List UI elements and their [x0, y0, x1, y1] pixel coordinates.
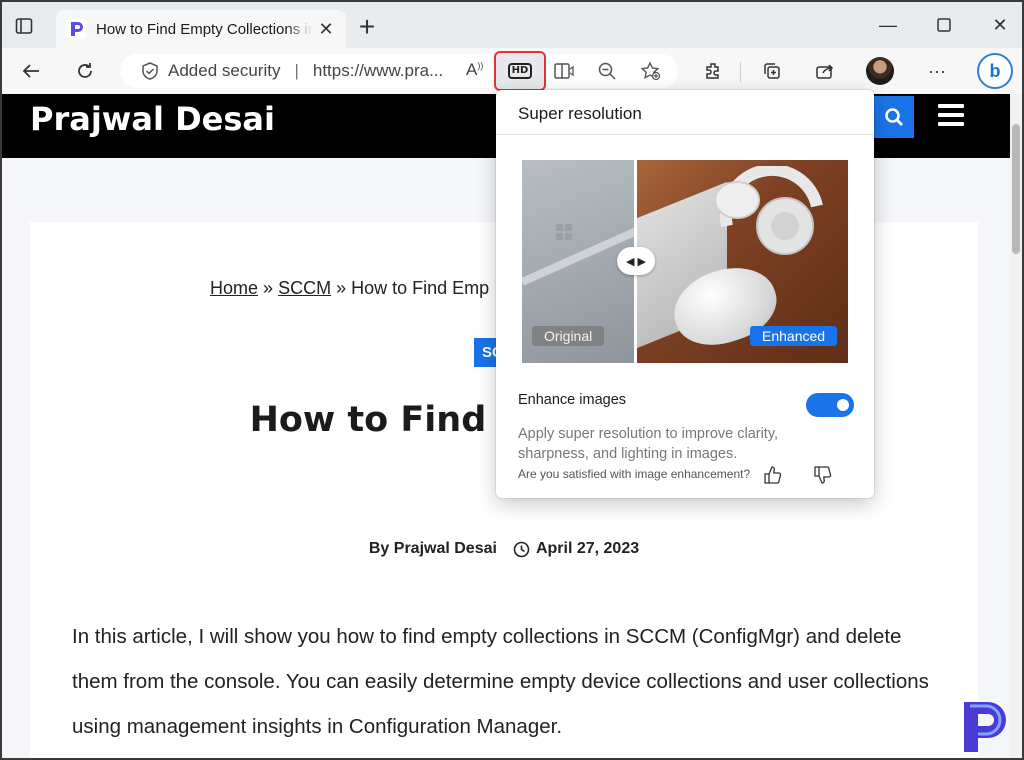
tab-title: How to Find Empty Collections in SCCM (C… [96, 20, 312, 38]
back-icon[interactable] [16, 56, 46, 86]
collections-icon[interactable] [757, 56, 787, 86]
tab-close-icon[interactable]: ✕ [316, 19, 336, 39]
address-separator: | [294, 61, 299, 80]
windows-logo-icon [556, 224, 572, 240]
new-tab-icon[interactable]: + [354, 13, 380, 41]
publish-date: April 27, 2023 [535, 540, 640, 557]
minimize-icon[interactable]: — [868, 10, 908, 40]
site-logo-watermark-icon [964, 702, 1006, 752]
breadcrumb-separator: » [336, 278, 347, 298]
breadcrumb: Home » SCCM » How to Find Emp [210, 278, 489, 299]
enhance-images-label: Enhance images [518, 392, 627, 408]
toolbar-separator [740, 62, 741, 82]
refresh-icon[interactable] [70, 56, 100, 86]
shield-icon [142, 62, 158, 80]
original-label: Original [532, 326, 605, 346]
page-scrollbar[interactable] [1010, 94, 1022, 758]
author-link[interactable]: By Prajwal Desai [369, 540, 497, 558]
tab-actions-icon[interactable] [12, 14, 36, 38]
url-text[interactable]: https://www.pra... [313, 61, 443, 81]
clock-icon [513, 541, 530, 558]
hd-icon: HD [507, 63, 533, 79]
toggle-knob [837, 399, 849, 411]
feedback-question: Are you satisfied with image enhancement… [518, 467, 751, 481]
site-title[interactable]: Prajwal Desai [30, 100, 275, 138]
more-options-icon[interactable]: ··· [922, 56, 952, 86]
tab-strip: How to Find Empty Collections in SCCM (C… [2, 2, 1022, 48]
enhance-images-toggle[interactable] [806, 393, 854, 417]
article-meta: By Prajwal Desai April 27, 2023 [30, 540, 978, 558]
profile-avatar[interactable] [866, 57, 894, 85]
popup-title: Super resolution [518, 104, 642, 123]
security-label: Added security [168, 61, 281, 80]
thumbs-down-icon[interactable] [812, 464, 834, 486]
article-body: In this article, I will show you how to … [72, 625, 929, 738]
add-favorite-icon[interactable] [636, 56, 666, 86]
browser-tab[interactable]: How to Find Empty Collections in SCCM (C… [56, 10, 346, 48]
zoom-out-icon[interactable] [592, 56, 622, 86]
breadcrumb-current: How to Find Emp [351, 278, 490, 298]
share-icon[interactable] [810, 56, 840, 86]
thumbs-up-icon[interactable] [762, 464, 784, 486]
site-search-icon[interactable] [874, 96, 914, 138]
site-favicon-icon [66, 19, 86, 39]
headphones-icon [714, 166, 823, 255]
scroll-thumb[interactable] [1012, 124, 1020, 254]
bing-copilot-icon[interactable]: b [977, 53, 1013, 89]
toolbar: Added security | https://www.pra... A)) … [2, 48, 1022, 94]
breadcrumb-separator: » [263, 278, 274, 298]
window-close-icon[interactable]: ✕ [980, 10, 1020, 40]
image-comparison[interactable]: ◀ ▶ Original Enhanced [522, 160, 848, 363]
popup-divider [496, 134, 874, 135]
breadcrumb-home-link[interactable]: Home [210, 278, 258, 298]
read-aloud-icon[interactable]: A)) [466, 60, 483, 80]
immersive-reader-icon[interactable] [549, 56, 579, 86]
hamburger-menu-icon[interactable] [938, 104, 964, 126]
extensions-icon[interactable] [698, 56, 728, 86]
browser-window: How to Find Empty Collections in SCCM (C… [0, 0, 1024, 760]
breadcrumb-sccm-link[interactable]: SCCM [278, 278, 331, 298]
enhanced-label: Enhanced [750, 326, 838, 346]
super-resolution-button[interactable]: HD [494, 51, 546, 91]
enhance-description: Apply super resolution to improve clarit… [518, 426, 779, 462]
security-indicator[interactable]: Added security | [120, 61, 313, 81]
comparison-slider-handle[interactable]: ◀ ▶ [617, 247, 655, 275]
super-resolution-popup: Super resolution ◀ ▶ Original Enhanced E… [496, 90, 874, 498]
maximize-icon[interactable] [924, 10, 964, 40]
